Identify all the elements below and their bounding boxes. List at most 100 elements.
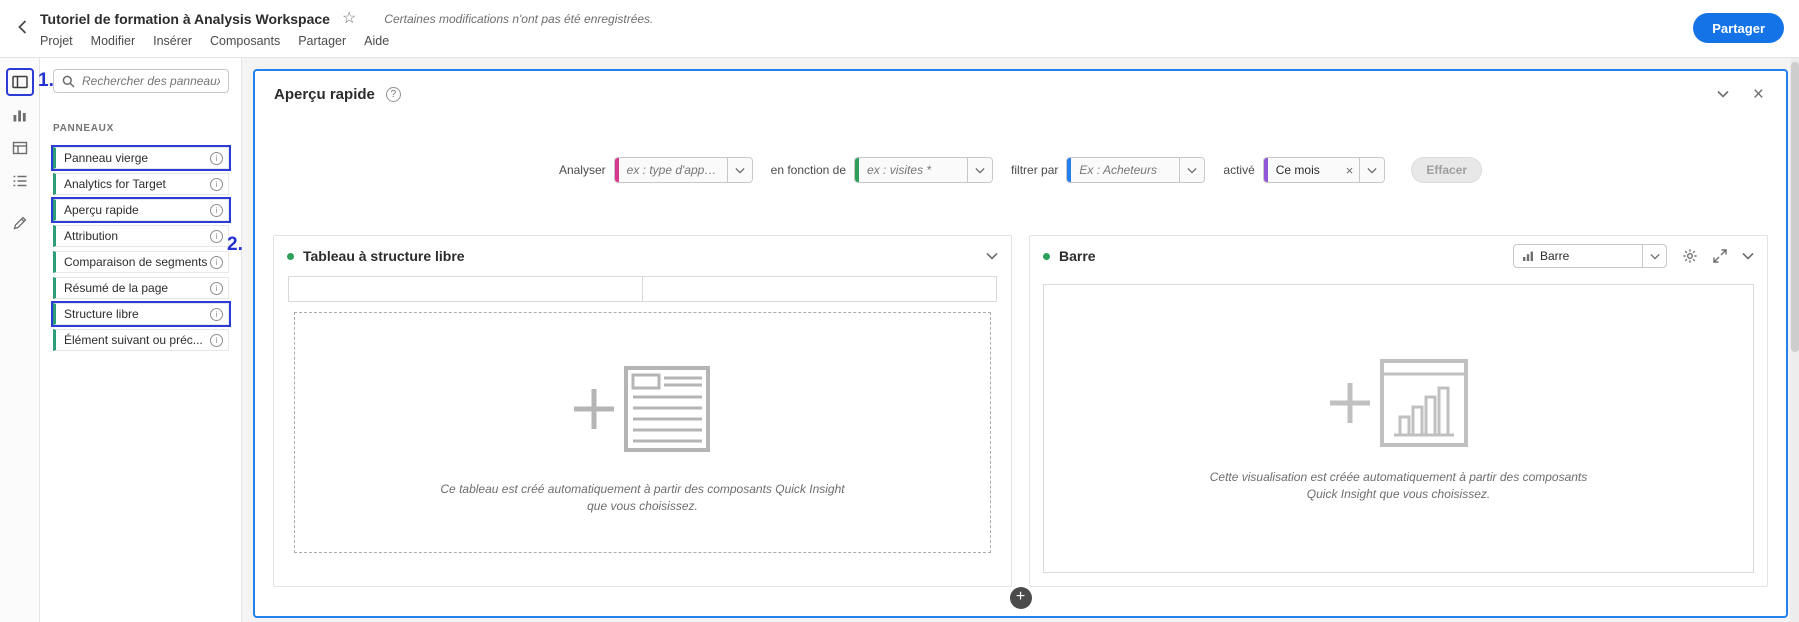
viz-type-dropdown[interactable]: Barre	[1513, 244, 1667, 268]
menu-inserer[interactable]: Insérer	[153, 34, 192, 48]
info-icon[interactable]: i	[210, 152, 223, 165]
segment-dropdown[interactable]: Ex : Acheteurs	[1066, 157, 1205, 183]
metric-dropdown[interactable]: ex : visites *	[854, 157, 993, 183]
menu-composants[interactable]: Composants	[210, 34, 280, 48]
bar-chart-card: Barre Barre	[1029, 235, 1768, 587]
collapse-card-button[interactable]	[1742, 252, 1754, 260]
gear-icon	[1682, 248, 1698, 264]
workspace-canvas: Aperçu rapide ? × Analyser ex :	[242, 58, 1799, 622]
title-block: Tutoriel de formation à Analysis Workspa…	[40, 0, 1799, 48]
segment-placeholder: Ex : Acheteurs	[1071, 163, 1179, 177]
freeform-drop-zone[interactable]: Ce tableau est créé automatiquement à pa…	[294, 312, 991, 553]
info-icon[interactable]: i	[210, 334, 223, 347]
status-dot	[1043, 253, 1050, 260]
back-button[interactable]	[11, 16, 33, 38]
info-icon[interactable]: i	[210, 256, 223, 269]
quick-insights-builder-row: Analyser ex : type d'appareil * en fonct…	[255, 157, 1786, 183]
info-icon[interactable]: i	[210, 178, 223, 191]
panels-icon	[11, 73, 29, 91]
bar-chart-caption: Cette visualisation est créée automatiqu…	[1199, 469, 1599, 504]
date-range-dropdown[interactable]: Ce mois ×	[1263, 157, 1386, 183]
info-icon[interactable]: i	[210, 282, 223, 295]
panel-item-apercu-rapide[interactable]: Aperçu rapide i	[53, 199, 229, 221]
fullscreen-button[interactable]	[1713, 249, 1727, 263]
info-icon[interactable]: i	[210, 230, 223, 243]
date-range-value: Ce mois	[1268, 163, 1346, 177]
add-visualization-button[interactable]: +	[1010, 587, 1032, 609]
menu-partager[interactable]: Partager	[298, 34, 346, 48]
chevron-left-icon	[18, 20, 27, 34]
collapse-card-button[interactable]	[986, 252, 998, 260]
table-header-cell	[288, 276, 643, 302]
panel-item-resume-page[interactable]: Résumé de la page i	[53, 277, 229, 299]
panel-item-analytics-for-target[interactable]: Analytics for Target i	[53, 173, 229, 195]
rail-tables-tab[interactable]	[6, 134, 34, 162]
top-bar: Tutoriel de formation à Analysis Workspa…	[0, 0, 1799, 58]
rail-components-tab[interactable]	[6, 167, 34, 195]
table-placeholder-illustration-icon	[572, 363, 714, 455]
pen-icon	[11, 214, 29, 232]
panel-item-element-suivant[interactable]: Élément suivant ou préc... i	[53, 329, 229, 351]
scrollbar-thumb[interactable]	[1791, 62, 1799, 352]
close-panel-button[interactable]: ×	[1753, 85, 1764, 104]
clear-button[interactable]: Effacer	[1411, 157, 1482, 183]
tutorial-step-1-annotation: 1.	[38, 70, 54, 92]
chevron-down-icon	[986, 252, 998, 260]
favorite-star-icon[interactable]: ☆	[342, 11, 356, 27]
quick-insights-panel: Aperçu rapide ? × Analyser ex :	[253, 69, 1788, 618]
status-dot	[287, 253, 294, 260]
panel-item-comparaison-segments[interactable]: Comparaison de segments i	[53, 251, 229, 273]
tutorial-step-2-annotation: 2.	[227, 234, 243, 256]
rail-visualizations-tab[interactable]	[6, 101, 34, 129]
chevron-down-icon	[1742, 252, 1754, 260]
bar-chart-icon	[11, 106, 29, 124]
viz-type-value: Barre	[1540, 249, 1642, 263]
project-title: Tutoriel de formation à Analysis Workspa…	[40, 11, 330, 27]
search-icon	[62, 75, 75, 88]
freeform-table-header: Tableau à structure libre	[274, 236, 1011, 276]
active-label: activé	[1223, 163, 1254, 177]
metric-placeholder: ex : visites *	[859, 163, 967, 177]
filtrer-par-label: filtrer par	[1011, 163, 1058, 177]
visualization-row: Tableau à structure libre	[255, 235, 1786, 587]
panel-item-attribution[interactable]: Attribution i	[53, 225, 229, 247]
panels-section-title: PANNEAUX	[53, 123, 229, 134]
settings-gear-button[interactable]	[1682, 248, 1698, 264]
info-icon[interactable]: i	[210, 308, 223, 321]
search-input[interactable]	[82, 74, 220, 88]
share-button[interactable]: Partager	[1693, 13, 1784, 43]
table-header-strip	[288, 276, 997, 302]
rail-panels-tab[interactable]	[6, 68, 34, 96]
bar-chart-header: Barre Barre	[1030, 236, 1767, 276]
menu-projet[interactable]: Projet	[40, 34, 73, 48]
bar-chart-placeholder-illustration-icon	[1328, 357, 1470, 449]
rail-annotate-tab[interactable]	[6, 209, 34, 237]
vertical-scrollbar[interactable]	[1790, 58, 1799, 622]
info-icon[interactable]: i	[210, 204, 223, 217]
panel-item-panneau-vierge[interactable]: Panneau vierge i	[53, 147, 229, 169]
left-icon-rail	[0, 58, 40, 622]
clear-date-range-icon[interactable]: ×	[1346, 163, 1360, 178]
menu-modifier[interactable]: Modifier	[91, 34, 135, 48]
menu-aide[interactable]: Aide	[364, 34, 389, 48]
menu-bar: Projet Modifier Insérer Composants Parta…	[40, 34, 1799, 48]
chevron-down-icon	[1179, 158, 1204, 182]
freeform-table-card: Tableau à structure libre	[273, 235, 1012, 587]
bar-chart-placeholder-zone: Cette visualisation est créée automatiqu…	[1043, 284, 1754, 573]
panel-item-structure-libre[interactable]: Structure libre i	[53, 303, 229, 325]
collapse-panel-button[interactable]	[1717, 90, 1729, 98]
chevron-down-icon	[967, 158, 992, 182]
chevron-down-icon	[1642, 245, 1666, 267]
table-icon	[11, 139, 29, 157]
freeform-table-title: Tableau à structure libre	[303, 248, 465, 264]
panel-search	[53, 69, 229, 93]
bar-chart-title: Barre	[1059, 248, 1096, 264]
dimension-dropdown[interactable]: ex : type d'appareil *	[614, 157, 753, 183]
help-icon[interactable]: ?	[386, 87, 401, 102]
panel-title: Aperçu rapide	[274, 86, 375, 103]
panel-list: Panneau vierge i Analytics for Target i …	[53, 147, 229, 351]
panel-header: Aperçu rapide ? ×	[255, 71, 1786, 103]
list-icon	[11, 172, 29, 190]
chevron-down-icon	[1359, 158, 1384, 182]
panels-sidebar: PANNEAUX Panneau vierge i Analytics for …	[40, 58, 242, 622]
